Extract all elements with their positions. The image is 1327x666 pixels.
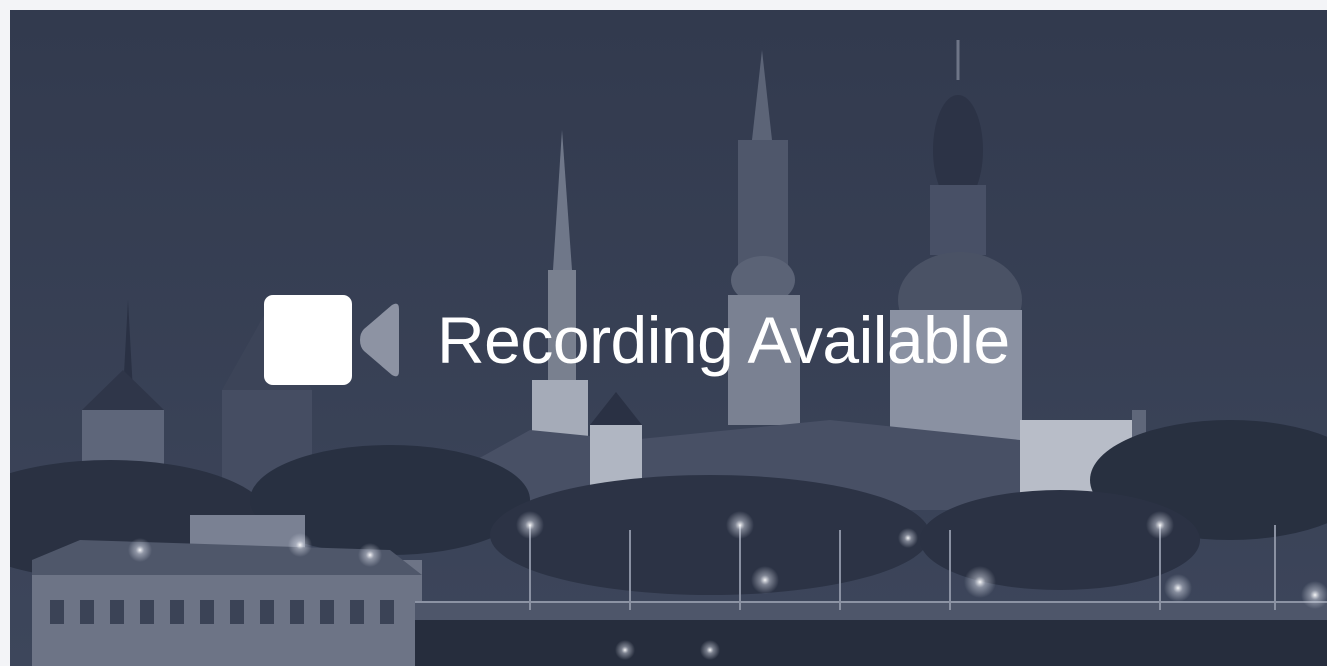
video-camera-icon	[264, 295, 399, 385]
recording-card[interactable]: Recording Available	[10, 10, 1327, 666]
recording-status: Recording Available	[264, 295, 1010, 385]
recording-available-label: Recording Available	[437, 303, 1010, 377]
